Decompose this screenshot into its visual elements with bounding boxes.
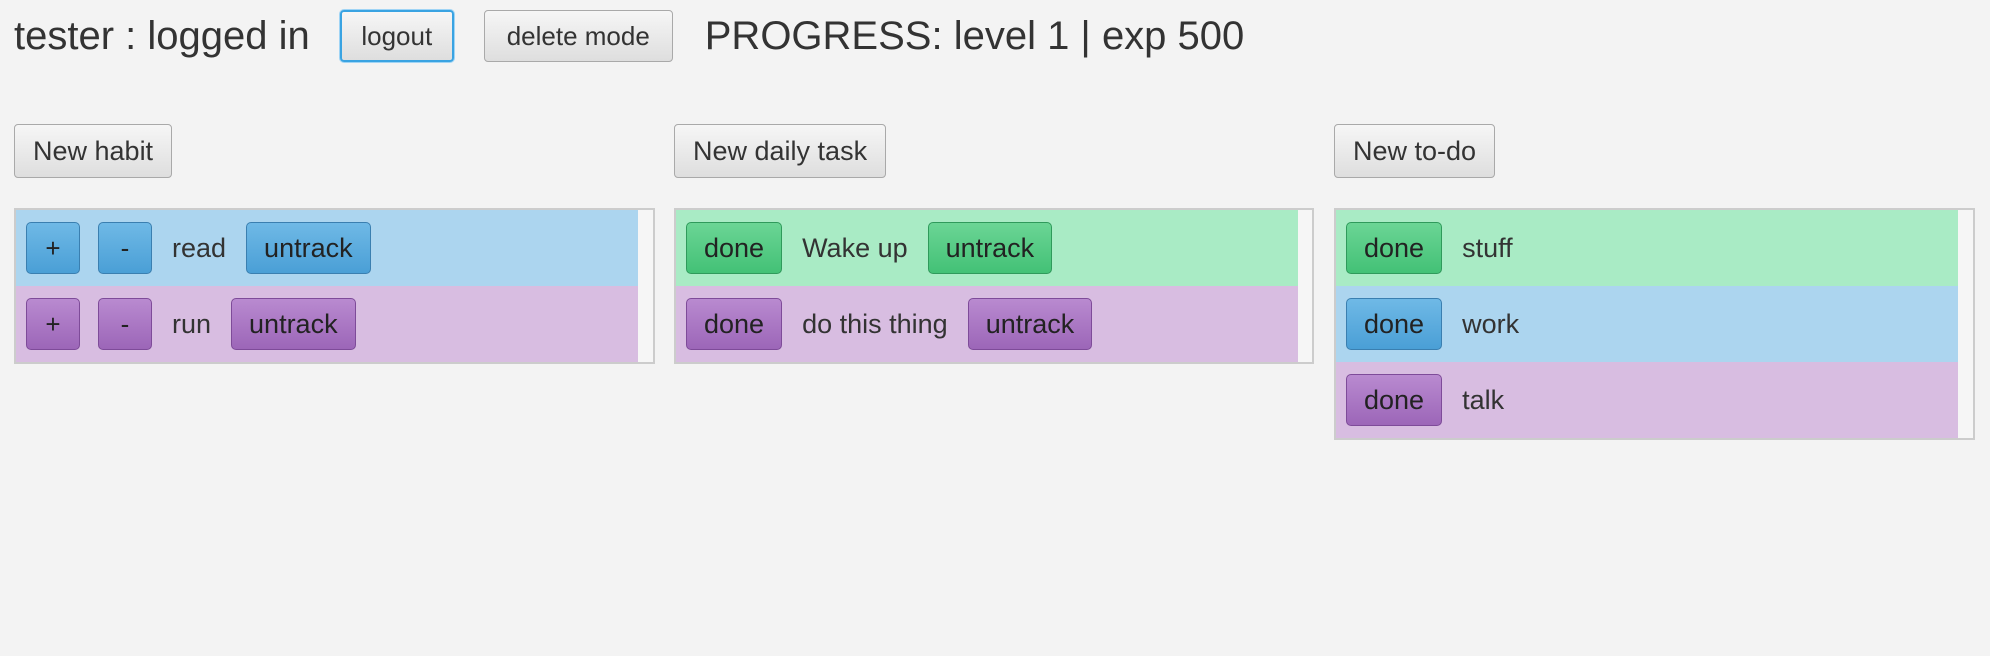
todo-done-button[interactable]: done — [1346, 374, 1443, 426]
habit-row: + - run untrack — [16, 286, 638, 362]
daily-tasks-list[interactable]: done Wake up untrack done do this thing … — [674, 208, 1314, 364]
top-bar: tester : logged in logout delete mode PR… — [14, 8, 1244, 64]
todo-done-button[interactable]: done — [1346, 222, 1443, 274]
habit-minus-button[interactable]: - — [98, 298, 152, 350]
todo-row: done talk — [1336, 362, 1958, 438]
habit-plus-button[interactable]: + — [26, 222, 80, 274]
new-todo-button[interactable]: New to-do — [1334, 124, 1496, 178]
todo-row: done stuff — [1336, 210, 1958, 286]
habit-untrack-button[interactable]: untrack — [231, 298, 356, 350]
todo-row: done work — [1336, 286, 1958, 362]
logout-button[interactable]: logout — [339, 10, 454, 62]
daily-task-row: done do this thing untrack — [676, 286, 1298, 362]
daily-task-name: do this thing — [802, 308, 948, 339]
login-status: tester : logged in — [14, 13, 310, 58]
todo-name: talk — [1462, 384, 1505, 415]
new-daily-task-button[interactable]: New daily task — [674, 124, 887, 178]
daily-done-button[interactable]: done — [686, 298, 783, 350]
daily-untrack-button[interactable]: untrack — [927, 222, 1053, 274]
habit-untrack-button[interactable]: untrack — [246, 222, 371, 274]
habit-row: + - read untrack — [16, 210, 638, 286]
todo-name: work — [1462, 308, 1520, 339]
new-habit-button[interactable]: New habit — [14, 124, 173, 178]
todos-list[interactable]: done stuff done work done talk — [1334, 208, 1975, 440]
habit-name: run — [172, 308, 212, 339]
daily-untrack-button[interactable]: untrack — [967, 298, 1093, 350]
progress-text: PROGRESS: level 1 | exp 500 — [704, 13, 1245, 58]
habit-plus-button[interactable]: + — [26, 298, 80, 350]
daily-done-button[interactable]: done — [686, 222, 783, 274]
delete-mode-button[interactable]: delete mode — [483, 10, 673, 62]
daily-task-name: Wake up — [802, 232, 908, 263]
todo-name: stuff — [1462, 232, 1513, 263]
habits-list[interactable]: + - read untrack + - run untrack — [14, 208, 655, 364]
daily-task-row: done Wake up untrack — [676, 210, 1298, 286]
habit-name: read — [172, 232, 227, 263]
todo-done-button[interactable]: done — [1346, 298, 1443, 350]
habit-minus-button[interactable]: - — [98, 222, 152, 274]
